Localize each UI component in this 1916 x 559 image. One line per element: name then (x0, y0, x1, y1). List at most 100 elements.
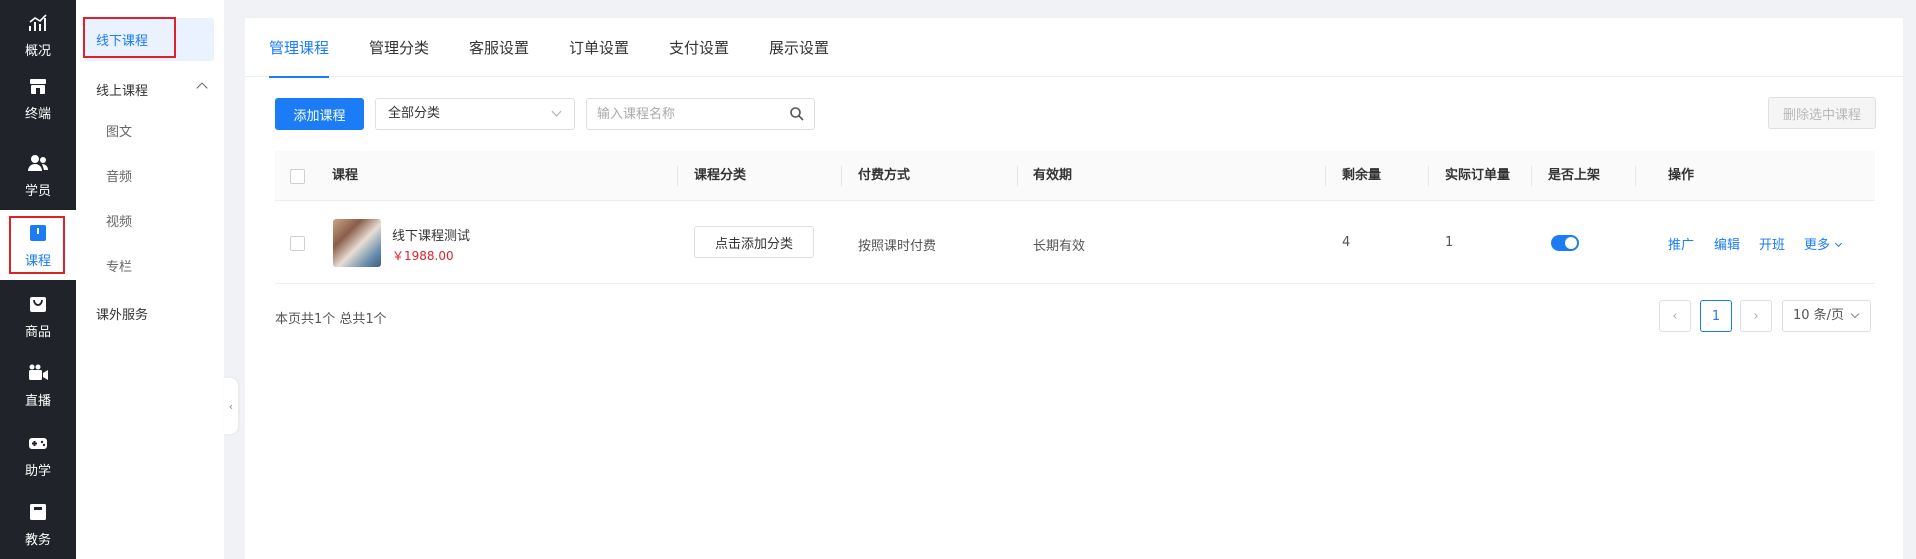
book-icon (30, 224, 46, 241)
course-price: ￥1988.00 (392, 249, 454, 263)
sub-item-extra-services[interactable]: 课外服务 (76, 291, 224, 335)
column-divider (1325, 166, 1326, 186)
select-all-checkbox[interactable] (290, 169, 305, 184)
column-header: 课程分类 (694, 168, 747, 183)
tab-order-settings[interactable]: 订单设置 (569, 18, 629, 77)
sub-item-offline-courses[interactable]: 线下课程 (84, 18, 214, 61)
tab-service-settings[interactable]: 客服设置 (469, 18, 529, 77)
row-checkbox[interactable] (290, 236, 305, 251)
column-header: 操作 (1668, 168, 1695, 183)
column-header: 是否上架 (1548, 168, 1601, 183)
sub-item-online-courses[interactable]: 线上课程 (76, 67, 224, 111)
nav-item-students[interactable]: 学员 (0, 140, 76, 210)
column-divider (1017, 166, 1018, 186)
chevron-down-icon (1834, 239, 1843, 248)
column-header: 付费方式 (858, 168, 911, 183)
page-size-value: 10 条/页 (1793, 308, 1845, 323)
sub-item-label: 图文 (106, 124, 133, 140)
nav-label: 助学 (24, 463, 51, 479)
column-header: 有效期 (1033, 168, 1073, 183)
search-icon[interactable] (789, 106, 805, 122)
chevron-down-icon (551, 106, 562, 117)
chevron-left-icon: ‹ (228, 399, 234, 413)
main-nav: 概况 终端 学员 课程 商品 直播 助学 教务 (0, 0, 76, 559)
listing-toggle[interactable] (1551, 235, 1579, 251)
next-page-button[interactable]: › (1740, 300, 1772, 332)
order-count: 1 (1445, 235, 1454, 250)
page-button[interactable]: 1 (1700, 300, 1732, 332)
notebook-icon (30, 503, 46, 520)
sub-item-column[interactable]: 专栏 (76, 243, 224, 287)
chevron-right-icon: › (1753, 308, 1759, 324)
sub-item-label: 线上课程 (96, 83, 149, 99)
chevron-left-icon: ‹ (1672, 308, 1678, 324)
delete-selected-button[interactable]: 删除选中课程 (1768, 97, 1876, 129)
prev-page-button[interactable]: ‹ (1659, 300, 1691, 332)
nav-item-overview[interactable]: 概况 (0, 0, 76, 70)
column-divider (677, 166, 678, 186)
page-summary: 本页共1个 总共1个 (275, 312, 387, 327)
validity: 长期有效 (1033, 239, 1086, 254)
search-input[interactable] (586, 98, 815, 130)
nav-item-academic[interactable]: 教务 (0, 489, 76, 559)
tab-bar: 管理课程 管理分类 客服设置 订单设置 支付设置 展示设置 (245, 18, 1903, 78)
sub-nav: 线下课程 线上课程 图文 音频 视频 专栏 课外服务 (76, 0, 224, 559)
nav-label: 终端 (24, 106, 51, 122)
table-header: 课程 课程分类 付费方式 有效期 剩余量 实际订单量 是否上架 操作 (275, 151, 1875, 201)
column-header: 实际订单量 (1445, 168, 1511, 183)
tab-manage-courses[interactable]: 管理课程 (269, 18, 330, 78)
video-icon (29, 364, 48, 380)
sub-item-label: 专栏 (106, 259, 133, 275)
column-header: 课程 (332, 168, 359, 183)
sub-item-label: 音频 (106, 169, 133, 185)
sub-item-label: 线下课程 (96, 34, 149, 49)
more-dropdown[interactable]: 更多 (1804, 234, 1843, 253)
nav-item-courses[interactable]: 课程 (0, 210, 76, 280)
sub-item-label: 视频 (106, 214, 133, 230)
category-select-value: 全部分类 (388, 106, 441, 121)
payment-method: 按照课时付费 (858, 239, 937, 254)
add-category-button[interactable]: 点击添加分类 (694, 226, 814, 258)
collapse-sidebar-button[interactable]: ‹ (224, 378, 238, 434)
users-icon (28, 154, 48, 171)
nav-label: 直播 (24, 393, 51, 409)
column-divider (841, 166, 842, 186)
column-divider (1635, 166, 1636, 186)
nav-item-assist[interactable]: 助学 (0, 420, 76, 490)
more-label: 更多 (1804, 238, 1831, 253)
course-thumbnail (333, 219, 381, 267)
sub-item-text[interactable]: 图文 (76, 108, 224, 152)
remaining-count: 4 (1342, 235, 1351, 250)
course-name[interactable]: 线下课程测试 (392, 225, 470, 244)
nav-label: 学员 (24, 183, 51, 199)
sub-item-audio[interactable]: 音频 (76, 153, 224, 197)
table-row: 线下课程测试 ￥1988.00 点击添加分类 按照课时付费 长期有效 4 1 推… (275, 201, 1875, 284)
column-divider (1428, 166, 1429, 186)
tab-display-settings[interactable]: 展示设置 (769, 18, 829, 77)
page-size-select[interactable]: 10 条/页 (1782, 300, 1871, 332)
nav-label: 商品 (24, 324, 51, 340)
tab-payment-settings[interactable]: 支付设置 (669, 18, 729, 77)
nav-label: 课程 (24, 253, 51, 269)
chevron-up-icon (196, 82, 208, 94)
edit-link[interactable]: 编辑 (1714, 234, 1740, 253)
sub-item-label: 课外服务 (96, 307, 149, 323)
store-icon (30, 78, 46, 94)
category-select[interactable]: 全部分类 (375, 98, 575, 130)
nav-item-terminal[interactable]: 终端 (0, 63, 76, 133)
gamepad-icon (29, 437, 47, 449)
bag-icon (30, 296, 46, 312)
chevron-down-icon (1850, 309, 1860, 319)
nav-item-live[interactable]: 直播 (0, 350, 76, 420)
sub-item-video[interactable]: 视频 (76, 198, 224, 242)
open-class-link[interactable]: 开班 (1759, 234, 1785, 253)
promote-link[interactable]: 推广 (1668, 234, 1694, 253)
chart-icon (29, 13, 47, 31)
nav-item-goods[interactable]: 商品 (0, 281, 76, 351)
nav-label: 教务 (24, 532, 51, 548)
main-panel: 管理课程 管理分类 客服设置 订单设置 支付设置 展示设置 添加课程 全部分类 … (245, 18, 1903, 559)
add-course-button[interactable]: 添加课程 (275, 98, 364, 130)
tab-manage-categories[interactable]: 管理分类 (369, 18, 429, 77)
column-header: 剩余量 (1342, 168, 1382, 183)
nav-label: 概况 (24, 43, 51, 59)
